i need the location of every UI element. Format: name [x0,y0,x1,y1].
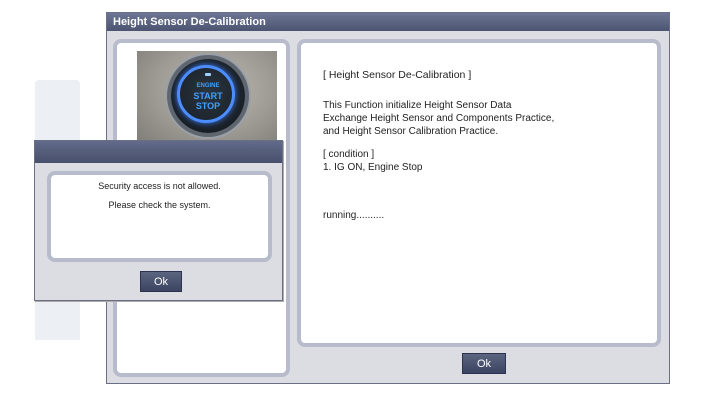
dialog-message-1: Security access is not allowed. [98,181,221,191]
condition-title: [ condition ] [323,149,375,160]
description-line-2: Exchange Height Sensor and Components Pr… [323,113,555,124]
engine-start-button-photo: ENGINE START STOP [137,51,277,146]
description-line-3: and Height Sensor Calibration Practice. [323,126,499,137]
background-fragment-bottom [35,300,80,340]
condition-item-1: 1. IG ON, Engine Stop [323,162,423,173]
dialog-message-2: Please check the system. [108,200,211,210]
status-text: running.......... [323,210,385,221]
engine-start-stop-icon: ENGINE START STOP [171,59,245,133]
stop-label: STOP [195,101,221,111]
window-title: Height Sensor De-Calibration [107,13,669,31]
security-alert-dialog: Security access is not allowed. Please c… [34,140,283,301]
ok-button[interactable]: Ok [462,353,506,374]
dialog-titlebar [35,141,282,163]
info-panel: [ Height Sensor De-Calibration ] This Fu… [297,39,661,347]
background-fragment-top [35,80,80,140]
engine-label: ENGINE [196,83,220,89]
dialog-message-box: Security access is not allowed. Please c… [47,171,272,262]
content-heading: [ Height Sensor De-Calibration ] [323,69,472,81]
start-label: START [193,91,223,101]
description-line-1: This Function initialize Height Sensor D… [323,100,512,111]
dialog-ok-button[interactable]: Ok [140,271,182,292]
engine-indicator-light [205,73,211,76]
